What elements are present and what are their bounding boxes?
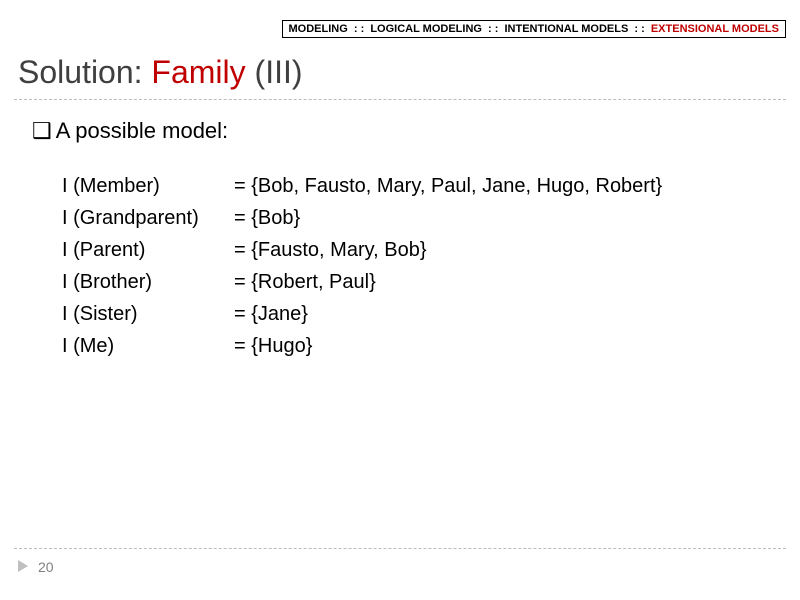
model-rhs: = {Bob, Fausto, Mary, Paul, Jane, Hugo, … [234,170,662,202]
list-item: I (Brother) = {Robert, Paul} [62,266,740,298]
breadcrumb: MODELING : : LOGICAL MODELING : : INTENT… [282,20,786,38]
breadcrumb-sep: : : [634,23,644,35]
list-item: I (Sister) = {Jane} [62,298,740,330]
slide: MODELING : : LOGICAL MODELING : : INTENT… [0,0,800,600]
slide-title: Solution: Family (III) [18,54,303,91]
model-lhs: I (Parent) [62,234,234,266]
lead-text: A possible model: [56,118,228,143]
model-lhs: I (Sister) [62,298,234,330]
breadcrumb-item: LOGICAL MODELING [370,23,482,35]
breadcrumb-item: INTENTIONAL MODELS [504,23,628,35]
breadcrumb-item-active: EXTENSIONAL MODELS [651,23,779,35]
model-lhs: I (Brother) [62,266,234,298]
list-item: I (Grandparent) = {Bob} [62,202,740,234]
model-rhs: = {Hugo} [234,330,312,362]
title-accent: Family [151,54,245,90]
model-rhs: = {Bob} [234,202,300,234]
breadcrumb-item: MODELING [289,23,348,35]
list-item: I (Me) = {Hugo} [62,330,740,362]
model-lhs: I (Member) [62,170,234,202]
title-post: (III) [246,54,303,90]
model-rhs: = {Fausto, Mary, Bob} [234,234,427,266]
bullet-icon: ❑ [32,118,52,144]
model-lhs: I (Grandparent) [62,202,234,234]
breadcrumb-sep: : : [354,23,364,35]
divider-bottom [14,548,786,549]
model-rhs: = {Robert, Paul} [234,266,376,298]
list-item: I (Parent) = {Fausto, Mary, Bob} [62,234,740,266]
lead-line: ❑A possible model: [32,118,228,144]
list-item: I (Member) = {Bob, Fausto, Mary, Paul, J… [62,170,740,202]
title-pre: Solution: [18,54,151,90]
model-lhs: I (Me) [62,330,234,362]
divider-top [14,99,786,100]
model-list: I (Member) = {Bob, Fausto, Mary, Paul, J… [62,170,740,362]
breadcrumb-sep: : : [488,23,498,35]
page-number: 20 [38,559,54,575]
model-rhs: = {Jane} [234,298,308,330]
arrow-icon [18,560,28,572]
